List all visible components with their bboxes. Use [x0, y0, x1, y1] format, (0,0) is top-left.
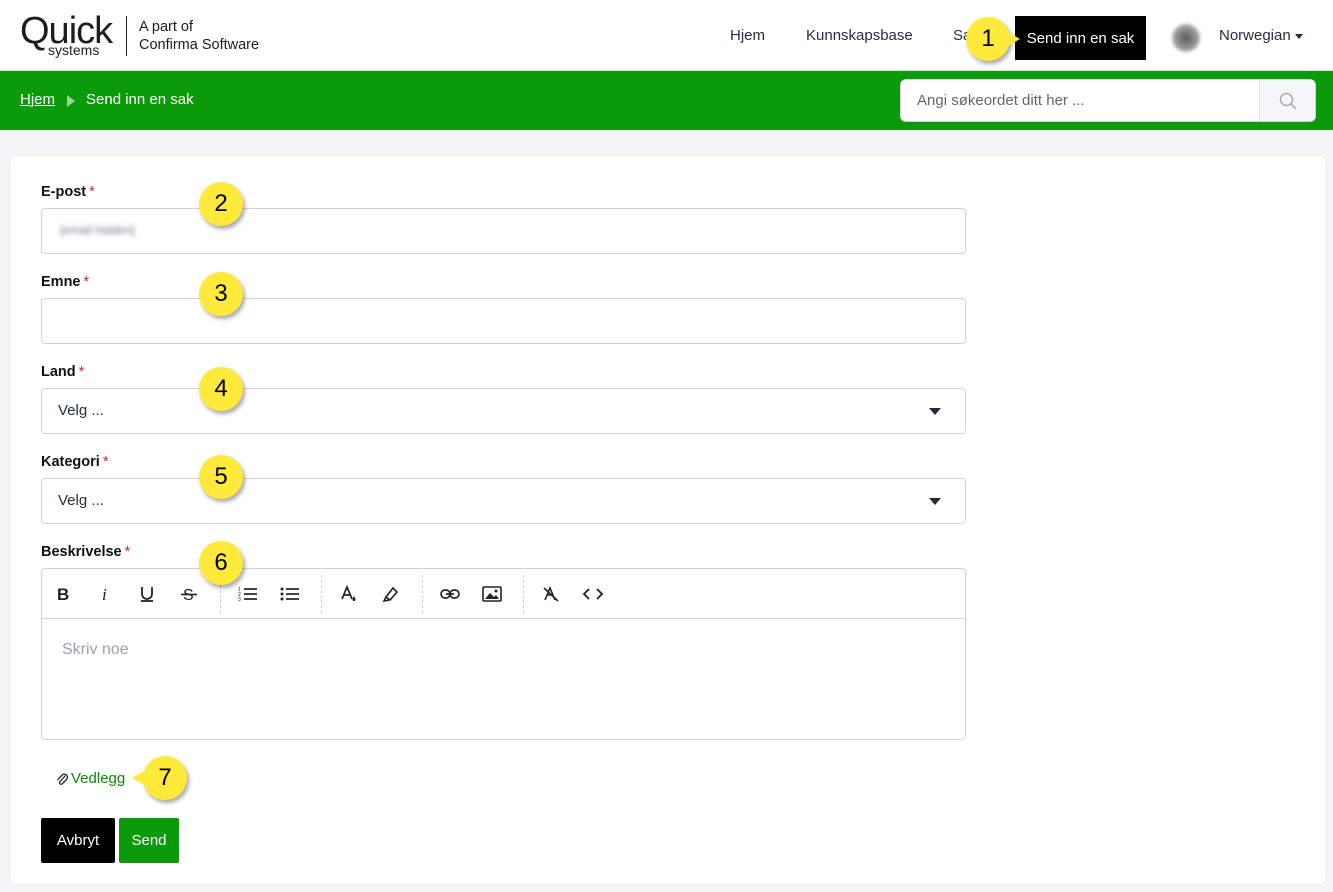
required-marker: *	[78, 364, 85, 380]
nav-submit-case[interactable]: Send inn en sak	[1015, 16, 1146, 60]
send-button[interactable]: Send	[119, 818, 179, 863]
breadcrumb-bar: Hjem Send inn en sak	[0, 71, 1333, 130]
highlight-icon[interactable]	[379, 582, 403, 606]
category-selected-value: Velg ...	[58, 492, 104, 509]
search-input[interactable]	[901, 80, 1259, 121]
subject-label-text: Emne	[41, 274, 81, 290]
avatar[interactable]	[1172, 24, 1200, 52]
callout-number: 5	[214, 463, 228, 490]
submit-case-form: E-post * [email hidden] Emne * Land * Velg …	[9, 155, 1327, 885]
callout-number: 1	[981, 25, 995, 52]
required-marker: *	[83, 274, 90, 290]
callout-number: 4	[214, 375, 228, 402]
category-label-text: Kategori	[41, 454, 100, 470]
email-value: [email hidden]	[60, 223, 135, 237]
caret-down-icon	[1294, 33, 1303, 39]
callout-pointer	[1006, 31, 1020, 47]
svg-text:B: B	[57, 586, 69, 602]
toolbar-divider	[523, 575, 524, 613]
description-editor: B i S 123 Skriv noe	[41, 568, 966, 740]
quick-systems-logo[interactable]: Quick systems	[20, 10, 114, 58]
breadcrumb-arrow-icon	[67, 95, 75, 107]
callout-pointer	[132, 770, 146, 786]
callout-marker: 7	[132, 756, 187, 800]
svg-text:i: i	[102, 586, 107, 602]
email-label-text: E-post	[41, 184, 87, 200]
country-selected-value: Velg ...	[58, 402, 104, 419]
toolbar-divider	[321, 575, 322, 613]
tagline-line-1: A part of	[139, 19, 194, 35]
search-button[interactable]	[1259, 80, 1315, 121]
subject-label: Emne *	[41, 274, 89, 290]
country-label: Land *	[41, 364, 84, 380]
search-box	[900, 79, 1316, 122]
callout-marker: 1	[966, 17, 1020, 61]
attachment-label: Vedlegg	[71, 770, 126, 787]
link-icon[interactable]	[438, 582, 462, 606]
top-navigation: Quick systems A part of Confirma Softwar…	[0, 0, 1333, 71]
logo-divider	[126, 16, 127, 56]
paperclip-icon	[57, 772, 68, 785]
required-marker: *	[89, 184, 95, 200]
strikethrough-icon[interactable]: S	[177, 582, 201, 606]
toolbar-divider	[422, 575, 423, 613]
cancel-button[interactable]: Avbryt	[41, 818, 115, 863]
callout-number: 3	[214, 280, 228, 307]
required-marker: *	[102, 454, 109, 470]
description-label-text: Beskrivelse	[41, 544, 122, 560]
image-icon[interactable]	[480, 582, 504, 606]
nav-knowledge-base[interactable]: Kunnskapsbase	[806, 27, 913, 44]
logo-subtext: systems	[48, 42, 100, 58]
description-placeholder[interactable]: Skriv noe	[62, 641, 129, 659]
text-color-icon[interactable]	[337, 582, 361, 606]
callout-number: 2	[214, 190, 228, 217]
bold-icon[interactable]: B	[51, 582, 75, 606]
callout-number: 7	[158, 764, 172, 791]
breadcrumb-home[interactable]: Hjem	[20, 91, 55, 108]
callout-marker: 3	[199, 272, 243, 316]
underline-icon[interactable]	[135, 582, 159, 606]
search-icon	[1279, 92, 1296, 109]
nav-home[interactable]: Hjem	[730, 27, 765, 44]
logo-tagline: A part of Confirma Software	[139, 18, 259, 54]
required-marker: *	[124, 544, 131, 560]
callout-number: 6	[214, 549, 228, 576]
subject-field[interactable]	[41, 298, 966, 344]
country-select[interactable]: Velg ...	[41, 388, 966, 434]
callout-marker: 2	[199, 182, 243, 226]
email-field[interactable]: [email hidden]	[41, 208, 966, 254]
country-label-text: Land	[41, 364, 76, 380]
category-select[interactable]: Velg ...	[41, 478, 966, 524]
caret-down-icon	[929, 408, 941, 415]
caret-down-icon	[929, 498, 941, 505]
bullet-list-icon[interactable]	[278, 582, 302, 606]
description-label: Beskrivelse *	[41, 544, 130, 560]
callout-marker: 4	[199, 367, 243, 411]
code-icon[interactable]	[581, 582, 605, 606]
tagline-line-2: Confirma Software	[139, 37, 260, 53]
breadcrumb-current: Send inn en sak	[86, 91, 194, 108]
subject-input[interactable]	[42, 299, 965, 343]
ordered-list-icon[interactable]: 123	[236, 582, 260, 606]
callout-marker: 6	[199, 541, 243, 585]
email-label: E-post *	[41, 184, 95, 200]
attachment-link[interactable]: Vedlegg	[56, 770, 125, 787]
svg-text:3: 3	[238, 597, 241, 602]
italic-icon[interactable]: i	[93, 582, 117, 606]
editor-toolbar: B i S 123	[42, 569, 965, 619]
language-label: Norwegian	[1219, 27, 1291, 44]
callout-marker: 5	[199, 455, 243, 499]
clear-format-icon[interactable]	[539, 582, 563, 606]
category-label: Kategori *	[41, 454, 108, 470]
language-dropdown[interactable]: Norwegian	[1219, 27, 1303, 44]
